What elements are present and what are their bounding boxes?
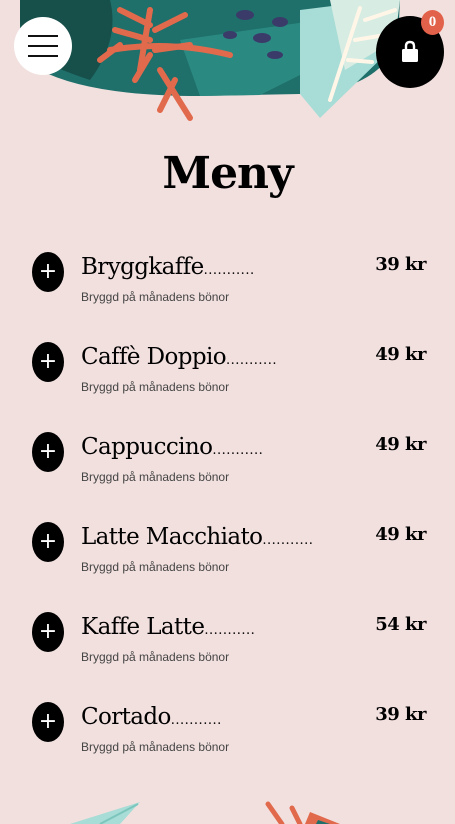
item-name-text: Kaffe Latte xyxy=(81,614,205,640)
item-price: 49 kr xyxy=(375,524,426,545)
menu-button[interactable] xyxy=(14,17,72,75)
item-description: Bryggd på månadens bönor xyxy=(81,470,230,484)
item-name: Latte Macchiato........... xyxy=(81,524,361,550)
hamburger-icon xyxy=(28,35,58,57)
menu-item: + Latte Macchiato........... Bryggd på m… xyxy=(0,520,455,610)
page-title: Meny xyxy=(162,148,293,199)
dot-leader: ........... xyxy=(226,353,277,368)
add-to-cart-button[interactable]: + xyxy=(32,702,64,742)
item-name: Cortado........... xyxy=(81,704,361,730)
dot-leader: ........... xyxy=(204,623,256,638)
menu-item: + Cortado........... Bryggd på månadens … xyxy=(0,700,455,790)
dot-leader: ........... xyxy=(203,263,255,278)
menu-item: + Bryggkaffe........... Bryggd på månade… xyxy=(0,250,455,340)
add-to-cart-button[interactable]: + xyxy=(32,612,64,652)
item-price: 49 kr xyxy=(375,344,426,365)
item-description: Bryggd på månadens bönor xyxy=(81,290,230,304)
dot-leader: ........... xyxy=(262,533,314,548)
item-name-text: Caffè Doppio xyxy=(81,344,227,370)
menu-list: + Bryggkaffe........... Bryggd på månade… xyxy=(0,250,455,790)
menu-item: + Kaffe Latte........... Bryggd på månad… xyxy=(0,610,455,700)
item-name: Cappuccino........... xyxy=(81,434,361,460)
item-description: Bryggd på månadens bönor xyxy=(81,650,230,664)
menu-item: + Caffè Doppio........... Bryggd på måna… xyxy=(0,340,455,430)
dot-leader: ........... xyxy=(170,713,222,728)
item-name-text: Latte Macchiato xyxy=(81,524,263,550)
item-price: 39 kr xyxy=(375,254,426,275)
add-to-cart-button[interactable]: + xyxy=(32,432,64,472)
leaf-decoration-bottom xyxy=(70,801,340,824)
item-name: Bryggkaffe........... xyxy=(81,254,361,280)
item-name-text: Bryggkaffe xyxy=(81,254,204,280)
item-description: Bryggd på månadens bönor xyxy=(81,740,230,754)
item-name-text: Cappuccino xyxy=(81,434,213,460)
item-price: 49 kr xyxy=(375,434,426,455)
item-price: 39 kr xyxy=(375,704,426,725)
add-to-cart-button[interactable]: + xyxy=(32,342,64,382)
add-to-cart-button[interactable]: + xyxy=(32,522,64,562)
dot-leader: ........... xyxy=(212,443,264,458)
shopping-bag-icon xyxy=(402,40,418,62)
add-to-cart-button[interactable]: + xyxy=(32,252,64,292)
item-name: Caffè Doppio........... xyxy=(81,344,361,370)
cart-count-badge: 0 xyxy=(421,10,444,35)
item-description: Bryggd på månadens bönor xyxy=(81,380,230,394)
item-description: Bryggd på månadens bönor xyxy=(81,560,230,574)
item-name-text: Cortado xyxy=(81,704,171,730)
menu-item: + Cappuccino........... Bryggd på månade… xyxy=(0,430,455,520)
item-name: Kaffe Latte........... xyxy=(81,614,361,640)
item-price: 54 kr xyxy=(375,614,426,635)
